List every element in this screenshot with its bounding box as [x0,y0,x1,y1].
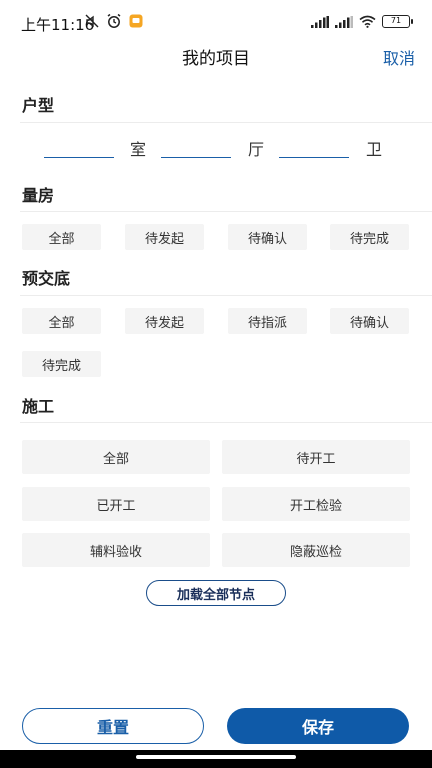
measure-chip-pending-confirm[interactable]: 待确认 [228,224,307,250]
alarm-icon [107,13,121,28]
measure-chip-all[interactable]: 全部 [22,224,101,250]
construction-chip-start-inspection[interactable]: 开工检验 [222,487,410,521]
section-title-handover: 预交底 [22,269,71,288]
construction-chip-started[interactable]: 已开工 [22,487,210,521]
reset-button[interactable]: 重置 [22,708,204,744]
measure-chip-pending-complete[interactable]: 待完成 [330,224,409,250]
load-all-nodes-button[interactable]: 加载全部节点 [146,580,286,606]
section-title-measure: 量房 [22,186,55,205]
construction-chip-hidden-inspection[interactable]: 隐蔽巡检 [222,533,410,567]
livingroom-count-input[interactable] [161,132,231,158]
construction-chip-pending-start[interactable]: 待开工 [222,440,410,474]
signal-icon [335,15,353,28]
divider [20,422,432,423]
battery-icon: 71 [382,15,413,28]
section-title-construction: 施工 [22,397,55,416]
divider [20,211,432,212]
room-layout-row: 室 厅 卫 [0,132,432,160]
handover-chip-pending-start[interactable]: 待发起 [125,308,204,334]
handover-chip-pending-confirm[interactable]: 待确认 [330,308,409,334]
page-title: 我的项目 [182,49,250,69]
home-indicator[interactable] [136,755,296,759]
save-button[interactable]: 保存 [227,708,409,744]
mute-icon [85,14,99,28]
construction-chip-material-acceptance[interactable]: 辅料验收 [22,533,210,567]
bedroom-unit-label: 室 [130,140,147,159]
handover-chip-pending-complete[interactable]: 待完成 [22,351,101,377]
system-nav-bar [0,750,432,768]
notification-icon [129,14,143,28]
section-title-layout: 户型 [22,96,55,115]
wifi-icon [359,15,376,28]
nav-bar: 我的项目 取消 [0,40,432,72]
divider [20,295,432,296]
cancel-button[interactable]: 取消 [383,45,415,69]
measure-chip-pending-start[interactable]: 待发起 [125,224,204,250]
handover-chip-pending-assign[interactable]: 待指派 [228,308,307,334]
bathroom-count-input[interactable] [279,132,349,158]
signal-icon [311,15,329,28]
bedroom-count-input[interactable] [44,132,114,158]
handover-chip-all[interactable]: 全部 [22,308,101,334]
status-bar: 上午11:16 71 [0,0,432,44]
divider [20,122,432,123]
livingroom-unit-label: 厅 [248,140,265,159]
construction-chip-all[interactable]: 全部 [22,440,210,474]
bathroom-unit-label: 卫 [366,140,383,159]
